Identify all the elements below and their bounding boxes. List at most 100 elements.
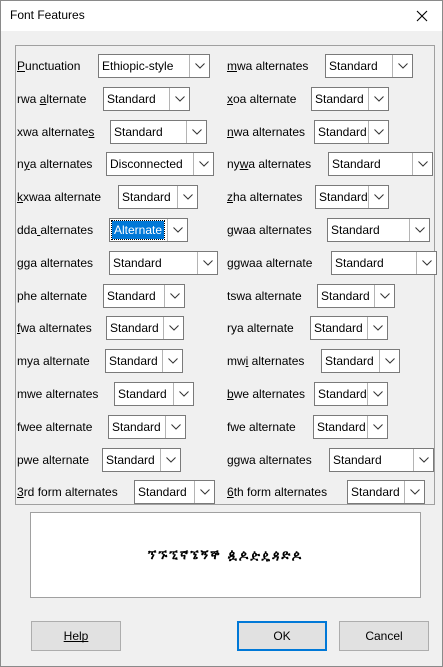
feature-select-pwe-alternate[interactable]: Standard: [102, 448, 181, 472]
chevron-down-icon[interactable]: [165, 416, 185, 438]
chevron-down-icon[interactable]: [193, 153, 213, 175]
feature-select-value: Standard: [317, 420, 366, 434]
chevron-down-icon[interactable]: [367, 416, 387, 438]
feature-select-value: Standard: [138, 485, 187, 499]
ok-button[interactable]: OK: [237, 621, 327, 651]
feature-select-value: Standard: [333, 453, 382, 467]
feature-select-ggwa-alternates[interactable]: Standard: [329, 448, 434, 472]
chevron-down-icon[interactable]: [409, 219, 429, 241]
chevron-down-icon[interactable]: [379, 350, 399, 372]
chevron-down-icon[interactable]: [413, 449, 433, 471]
chevron-down-icon[interactable]: [163, 317, 183, 339]
feature-select-value: Standard: [118, 387, 167, 401]
feature-select-6th-form-alternates[interactable]: Standard: [347, 480, 425, 504]
feature-select-value: Standard: [114, 125, 163, 139]
chevron-down-icon[interactable]: [368, 121, 388, 143]
cancel-button[interactable]: Cancel: [339, 621, 429, 651]
feature-select-nwa-alternates[interactable]: Standard: [314, 120, 389, 144]
feature-select-value: Standard: [321, 289, 370, 303]
chevron-down-icon[interactable]: [194, 481, 214, 503]
feature-select-value: Standard: [331, 223, 380, 237]
chevron-down-icon[interactable]: [368, 186, 388, 208]
feature-label-xoa-alternate: xoa alternate: [227, 92, 297, 106]
chevron-down-icon[interactable]: [189, 55, 209, 77]
feature-select-fwee-alternate[interactable]: Standard: [108, 415, 186, 439]
feature-select-kxwaa-alternate[interactable]: Standard: [118, 185, 198, 209]
help-button[interactable]: Help: [31, 621, 121, 651]
feature-select-gwaa-alternates[interactable]: Standard: [327, 218, 430, 242]
chevron-down-icon[interactable]: [412, 153, 432, 175]
chevron-down-icon[interactable]: [367, 317, 387, 339]
chevron-down-icon[interactable]: [169, 88, 189, 110]
chevron-down-icon[interactable]: [392, 55, 412, 77]
feature-select-dda-alternates[interactable]: Alternate: [109, 218, 188, 242]
feature-label-kxwaa-alternate: kxwaa alternate: [17, 190, 102, 204]
feature-select-value: Standard: [335, 256, 384, 270]
feature-select-3rd-form-alternates[interactable]: Standard: [134, 480, 215, 504]
feature-select-value: Standard: [319, 190, 368, 204]
feature-select-value: Standard: [351, 485, 400, 499]
feature-select-tswa-alternate[interactable]: Standard: [317, 284, 395, 308]
preview-text: ኘኙኚኛኜኝኞ ዿዾዽዼዻድዾ: [147, 547, 304, 563]
feature-label-mya-alternate: mya alternate: [17, 354, 90, 368]
feature-select-value: Disconnected: [110, 157, 183, 171]
chevron-down-icon[interactable]: [368, 88, 388, 110]
chevron-down-icon[interactable]: [177, 186, 197, 208]
chevron-down-icon[interactable]: [167, 219, 187, 241]
feature-select-nya-alternates[interactable]: Disconnected: [106, 152, 214, 176]
chevron-down-icon[interactable]: [164, 285, 184, 307]
close-button[interactable]: [402, 1, 442, 31]
feature-select-mwa-alternates[interactable]: Standard: [325, 54, 413, 78]
feature-select-fwa-alternates[interactable]: Standard: [106, 316, 184, 340]
chevron-down-icon[interactable]: [186, 121, 206, 143]
feature-label-rya-alternate: rya alternate: [227, 321, 294, 335]
feature-label-ggwaa-alternate: ggwaa alternate: [227, 256, 313, 270]
feature-select-value: Standard: [315, 92, 364, 106]
feature-select-value: Standard: [109, 354, 158, 368]
feature-select-value: Standard: [318, 387, 367, 401]
features-panel[interactable]: Punctuation Ethiopic-style mwa alternates S…: [15, 45, 437, 505]
feature-select-zha-alternates[interactable]: Standard: [315, 185, 389, 209]
chevron-down-icon[interactable]: [162, 350, 182, 372]
feature-select-nywa-alternates[interactable]: Standard: [328, 152, 433, 176]
feature-select-value: Standard: [318, 125, 367, 139]
ok-button-label: OK: [273, 629, 291, 643]
feature-label-gga-alternates: gga alternates: [17, 256, 94, 270]
feature-select-mya-alternate[interactable]: Standard: [105, 349, 183, 373]
feature-select-xwa-alternates[interactable]: Standard: [110, 120, 207, 144]
feature-select-xoa-alternate[interactable]: Standard: [311, 87, 389, 111]
feature-label-punctuation: Punctuation: [17, 59, 81, 73]
feature-label-rwa-alternate: rwa alternate: [17, 92, 87, 106]
chevron-down-icon[interactable]: [404, 481, 424, 503]
feature-label-fwe-alternate: fwe alternate: [227, 420, 296, 434]
feature-select-ggwaa-alternate[interactable]: Standard: [331, 251, 437, 275]
font-features-dialog: Font Features Punctuation Ethiopic-style m…: [0, 0, 443, 667]
feature-select-rya-alternate[interactable]: Standard: [310, 316, 388, 340]
chevron-down-icon[interactable]: [173, 383, 193, 405]
chevron-down-icon[interactable]: [374, 285, 394, 307]
feature-select-fwe-alternate[interactable]: Standard: [313, 415, 388, 439]
cancel-button-label: Cancel: [365, 629, 403, 643]
feature-label-mwa-alternates: mwa alternates: [227, 59, 309, 73]
feature-select-gga-alternates[interactable]: Standard: [109, 251, 218, 275]
chevron-down-icon[interactable]: [416, 252, 436, 274]
feature-select-mwi-alternates[interactable]: Standard: [321, 349, 400, 373]
feature-select-value: Standard: [332, 157, 381, 171]
feature-label-xwa-alternates: xwa alternates: [17, 125, 95, 139]
chevron-down-icon[interactable]: [160, 449, 180, 471]
feature-label-mwe-alternates: mwe alternates: [17, 387, 99, 401]
feature-select-punctuation[interactable]: Ethiopic-style: [98, 54, 210, 78]
feature-label-3rd-form-alternates: 3rd form alternates: [17, 485, 118, 499]
feature-label-6th-form-alternates: 6th form alternates: [227, 485, 328, 499]
chevron-down-icon[interactable]: [197, 252, 217, 274]
chevron-down-icon[interactable]: [367, 383, 387, 405]
feature-select-mwe-alternates[interactable]: Standard: [114, 382, 194, 406]
feature-select-phe-alternate[interactable]: Standard: [103, 284, 185, 308]
feature-select-rwa-alternate[interactable]: Standard: [103, 87, 190, 111]
feature-select-bwe-alternates[interactable]: Standard: [314, 382, 388, 406]
dialog-title: Font Features: [10, 8, 85, 22]
feature-label-fwa-alternates: fwa alternates: [17, 321, 92, 335]
feature-label-ggwa-alternates: ggwa alternates: [227, 453, 312, 467]
feature-label-mwi-alternates: mwi alternates: [227, 354, 305, 368]
feature-select-value: Standard: [107, 92, 156, 106]
